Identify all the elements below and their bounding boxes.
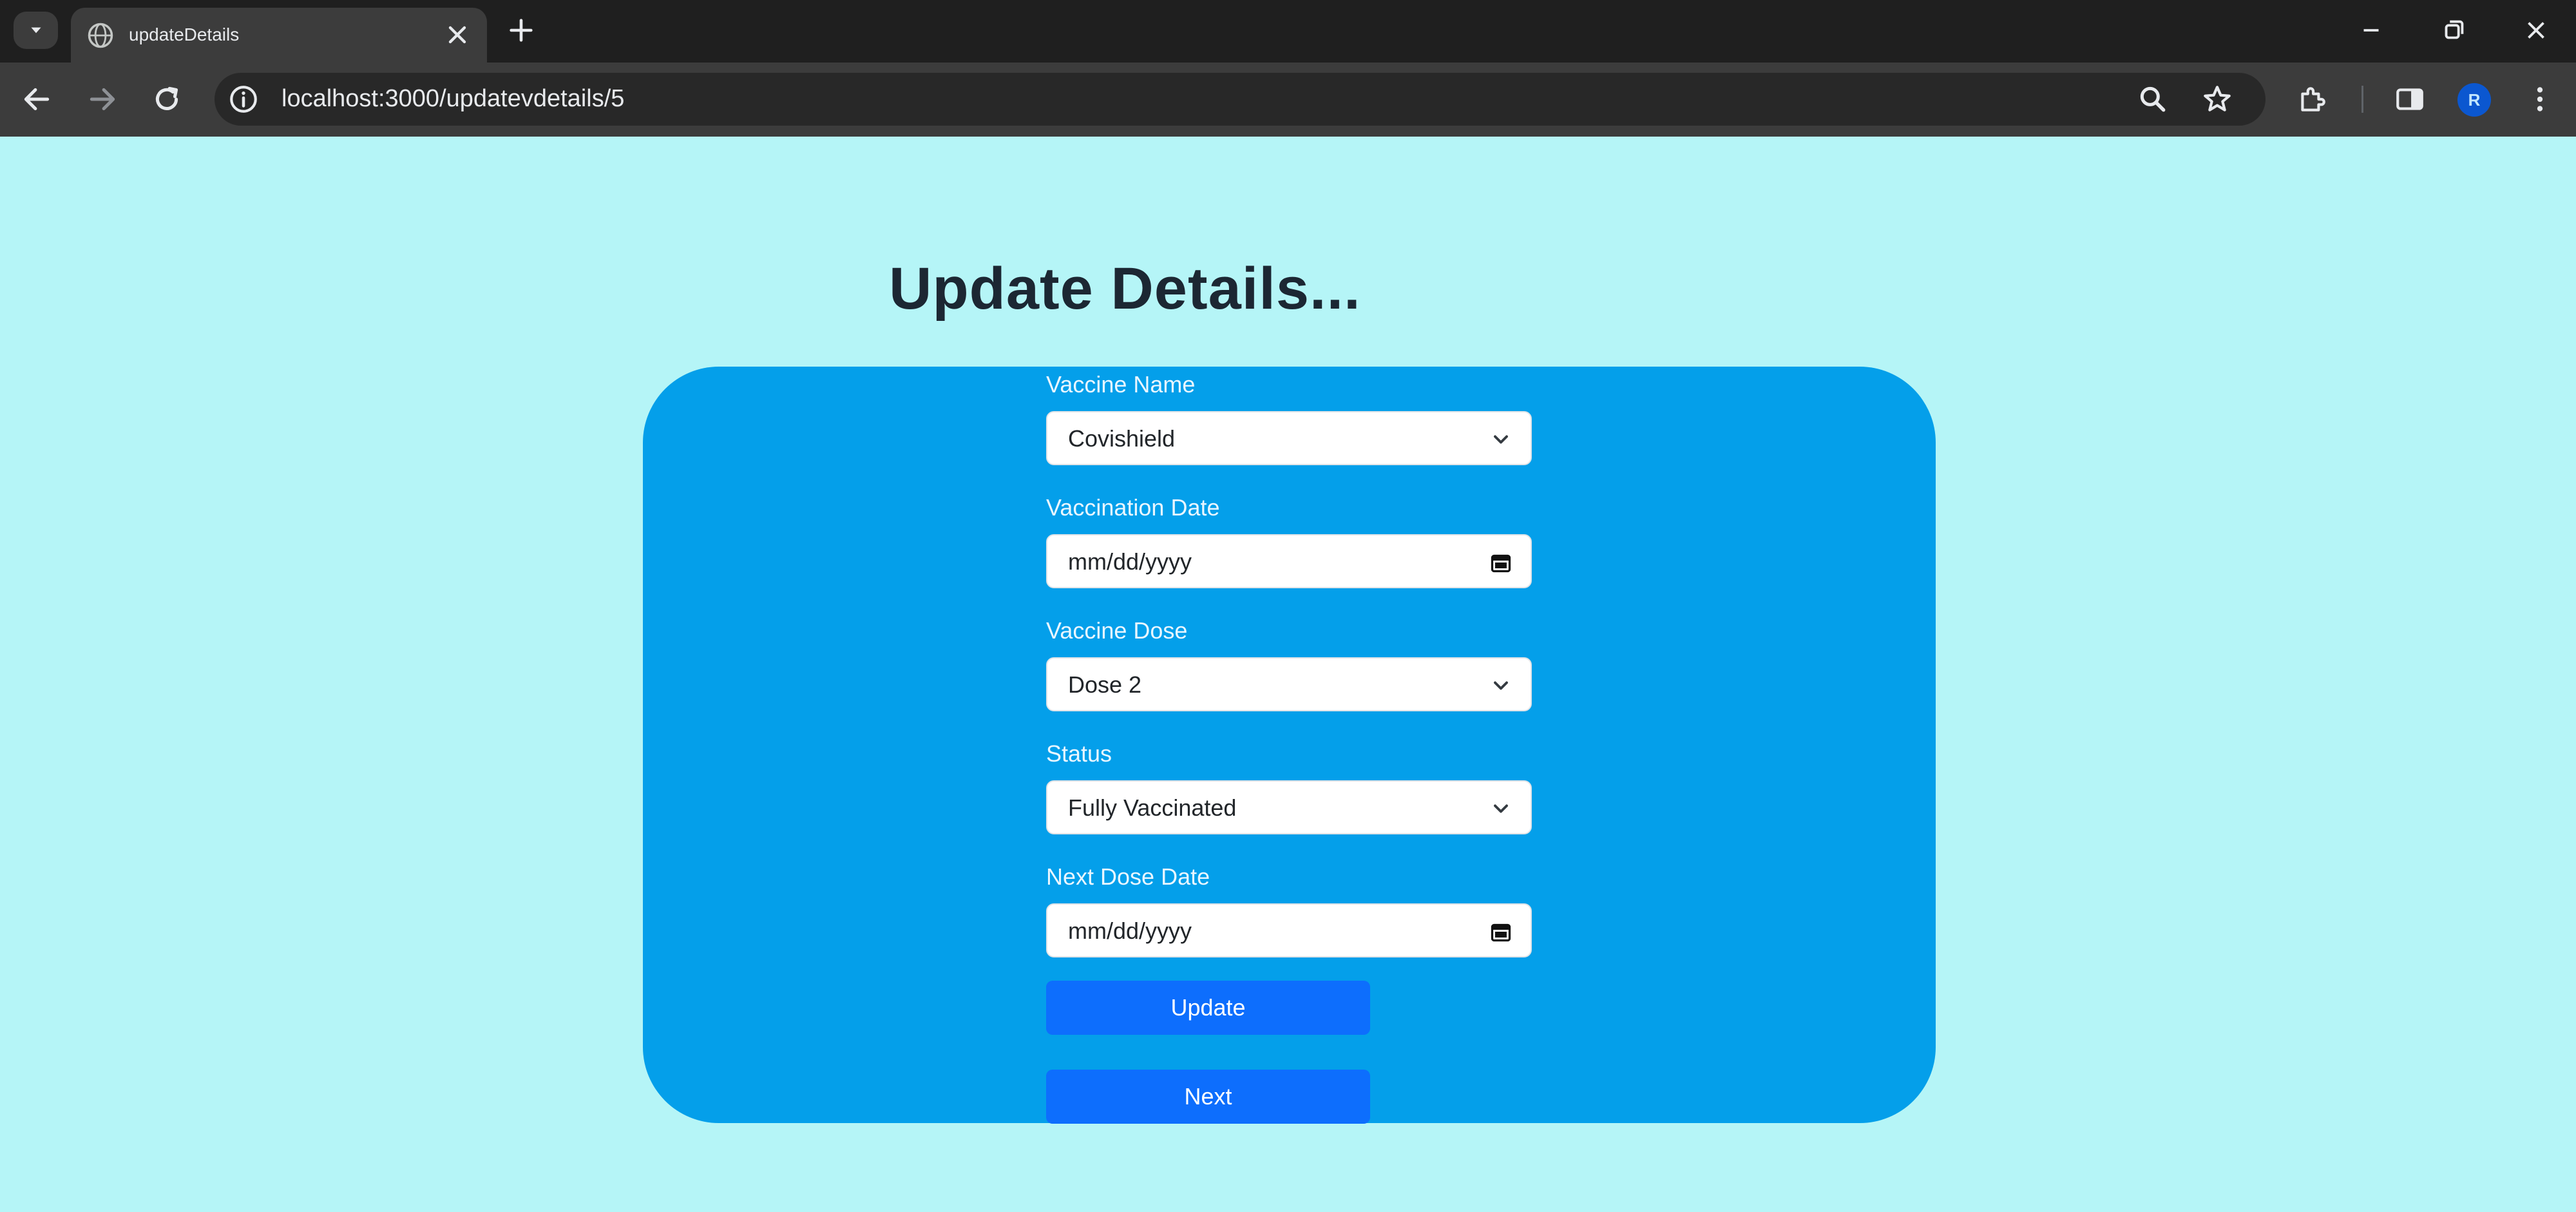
vaccination-date-placeholder: mm/dd/yyyy [1068,548,1192,575]
chevron-down-icon [30,27,41,34]
zoom-search-icon[interactable] [2137,83,2169,115]
vaccine-name-select[interactable]: Covishield [1046,411,1532,465]
status-value: Fully Vaccinated [1068,794,1237,821]
vaccine-dose-value: Dose 2 [1068,671,1142,698]
vaccine-name-label: Vaccine Name [1046,371,1196,398]
vaccine-dose-label: Vaccine Dose [1046,617,1188,644]
tab-title: updateDetails [129,24,240,44]
minimize-icon[interactable] [2355,15,2387,45]
restore-icon[interactable] [2438,15,2470,45]
browser-tabstrip: updateDetails [0,0,2576,63]
extensions-puzzle-icon[interactable] [2296,83,2328,115]
reload-icon[interactable] [151,83,183,115]
tab-search-button[interactable] [14,12,58,49]
vaccination-date-input[interactable]: mm/dd/yyyy [1046,534,1532,588]
next-button[interactable]: Next [1046,1070,1370,1124]
chevron-down-icon [1494,435,1508,444]
profile-avatar[interactable]: R [2457,83,2491,117]
status-label: Status [1046,740,1112,767]
side-panel-icon[interactable] [2394,83,2426,115]
address-bar[interactable]: localhost:3000/updatevdetails/5 [215,73,2266,126]
site-info-icon[interactable] [227,83,260,115]
update-button[interactable]: Update [1046,981,1370,1035]
browser-tab[interactable]: updateDetails [71,8,487,63]
back-arrow-icon[interactable] [21,83,53,115]
calendar-icon[interactable] [1489,920,1512,943]
chevron-down-icon [1494,804,1508,813]
vaccination-date-label: Vaccination Date [1046,494,1220,521]
next-dose-date-placeholder: mm/dd/yyyy [1068,918,1192,944]
next-dose-date-input[interactable]: mm/dd/yyyy [1046,903,1532,957]
calendar-icon[interactable] [1489,551,1512,574]
next-dose-date-label: Next Dose Date [1046,863,1210,890]
vaccine-dose-select[interactable]: Dose 2 [1046,657,1532,711]
close-icon[interactable] [443,21,472,49]
toolbar-divider [2361,86,2363,113]
menu-dots-icon[interactable] [2524,83,2556,115]
bookmark-star-icon[interactable] [2201,83,2233,115]
chevron-down-icon [1494,681,1508,690]
globe-icon [88,23,113,48]
close-window-icon[interactable] [2520,15,2552,45]
vaccine-name-value: Covishield [1068,425,1176,452]
browser-toolbar: localhost:3000/updatevdetails/5 [0,63,2576,137]
status-select[interactable]: Fully Vaccinated [1046,780,1532,834]
forward-arrow-icon[interactable] [86,83,119,115]
url-text[interactable]: localhost:3000/updatevdetails/5 [281,85,624,113]
new-tab-plus-icon[interactable] [506,15,536,45]
page-title: Update Details... [889,256,1361,322]
